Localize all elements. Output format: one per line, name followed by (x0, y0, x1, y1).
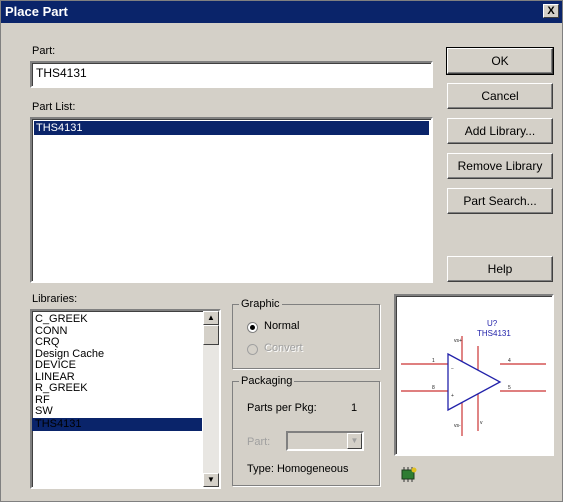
parts-per-pkg-value: 1 (351, 402, 358, 414)
remove-library-button[interactable]: Remove Library (447, 153, 553, 179)
parts-per-pkg-label: Parts per Pkg: (247, 402, 317, 414)
part-list-label: Part List: (32, 101, 76, 113)
scroll-up-button[interactable]: ▲ (203, 311, 219, 325)
svg-text:+: + (451, 393, 454, 399)
type-text: Type: Homogeneous (247, 463, 349, 475)
ok-button[interactable]: OK (446, 47, 554, 75)
close-icon: X (547, 5, 555, 17)
packaging-group: Packaging Parts per Pkg: 1 Part: ▼ Type:… (232, 375, 380, 486)
radio-dot (250, 325, 255, 330)
arrow-down-icon: ▼ (207, 475, 215, 484)
library-item[interactable]: DEVICE (32, 359, 202, 372)
part-select-label: Part: (247, 436, 271, 448)
library-item[interactable]: CRQ (32, 336, 202, 349)
scroll-thumb[interactable] (203, 325, 219, 345)
svg-text:vs+: vs+ (454, 338, 462, 344)
preview-ref: U? (487, 319, 498, 328)
part-list[interactable]: THS4131 (30, 117, 433, 283)
scroll-down-button[interactable]: ▼ (203, 473, 219, 487)
add-library-button[interactable]: Add Library... (447, 118, 553, 144)
part-list-item[interactable]: THS4131 (34, 121, 429, 135)
normal-radio-label[interactable]: Normal (264, 320, 299, 332)
svg-text:1: 1 (432, 358, 435, 364)
part-input[interactable]: THS4131 (30, 61, 433, 88)
library-item[interactable]: C_GREEK (32, 313, 202, 326)
svg-text:vs-: vs- (454, 423, 461, 429)
help-button[interactable]: Help (447, 256, 553, 282)
library-item[interactable]: SW (32, 405, 202, 418)
svg-text:−: − (451, 366, 454, 372)
preview-part-name: THS4131 (477, 329, 511, 338)
normal-radio[interactable] (247, 322, 258, 333)
libraries-items: C_GREEK CONN CRQ Design Cache DEVICE LIN… (32, 313, 202, 431)
part-label: Part: (32, 45, 56, 57)
library-item-selected[interactable]: THS4131 (32, 417, 202, 431)
libraries-scrollbar[interactable]: ▲ ▼ (203, 311, 219, 487)
part-input-value: THS4131 (36, 66, 87, 80)
svg-text:v: v (480, 420, 483, 426)
libraries-label: Libraries: (32, 293, 78, 305)
graphic-group: Graphic Normal Convert (232, 298, 380, 369)
cancel-button[interactable]: Cancel (447, 83, 553, 109)
arrow-up-icon: ▲ (207, 313, 215, 322)
graphic-group-title: Graphic (239, 298, 282, 310)
close-button[interactable]: X (543, 4, 559, 18)
svg-text:5: 5 (508, 385, 511, 391)
libraries-list[interactable]: C_GREEK CONN CRQ Design Cache DEVICE LIN… (30, 309, 221, 489)
title-bar: Place Part X (1, 1, 562, 23)
part-preview: − + 1 8 4 5 vs+ vs- v U? THS4131 (394, 294, 554, 456)
svg-text:4: 4 (508, 358, 511, 364)
library-item[interactable]: R_GREEK (32, 382, 202, 395)
packaging-group-title: Packaging (239, 375, 295, 387)
window-title: Place Part (5, 4, 68, 19)
svg-text:8: 8 (432, 385, 435, 391)
part-select-dropdown-button[interactable]: ▼ (347, 433, 362, 449)
convert-radio-label[interactable]: Convert (264, 342, 303, 354)
chevron-down-icon: ▼ (350, 436, 359, 445)
convert-radio[interactable] (247, 344, 258, 355)
part-search-button[interactable]: Part Search... (447, 188, 553, 214)
part-icon (399, 465, 419, 483)
opamp-symbol: − + 1 8 4 5 vs+ vs- v U? THS4131 (401, 319, 546, 436)
library-item[interactable]: RF (32, 394, 202, 407)
place-part-dialog: Place Part X Part: THS4131 Part List: TH… (0, 0, 563, 502)
part-select[interactable]: ▼ (286, 431, 364, 451)
